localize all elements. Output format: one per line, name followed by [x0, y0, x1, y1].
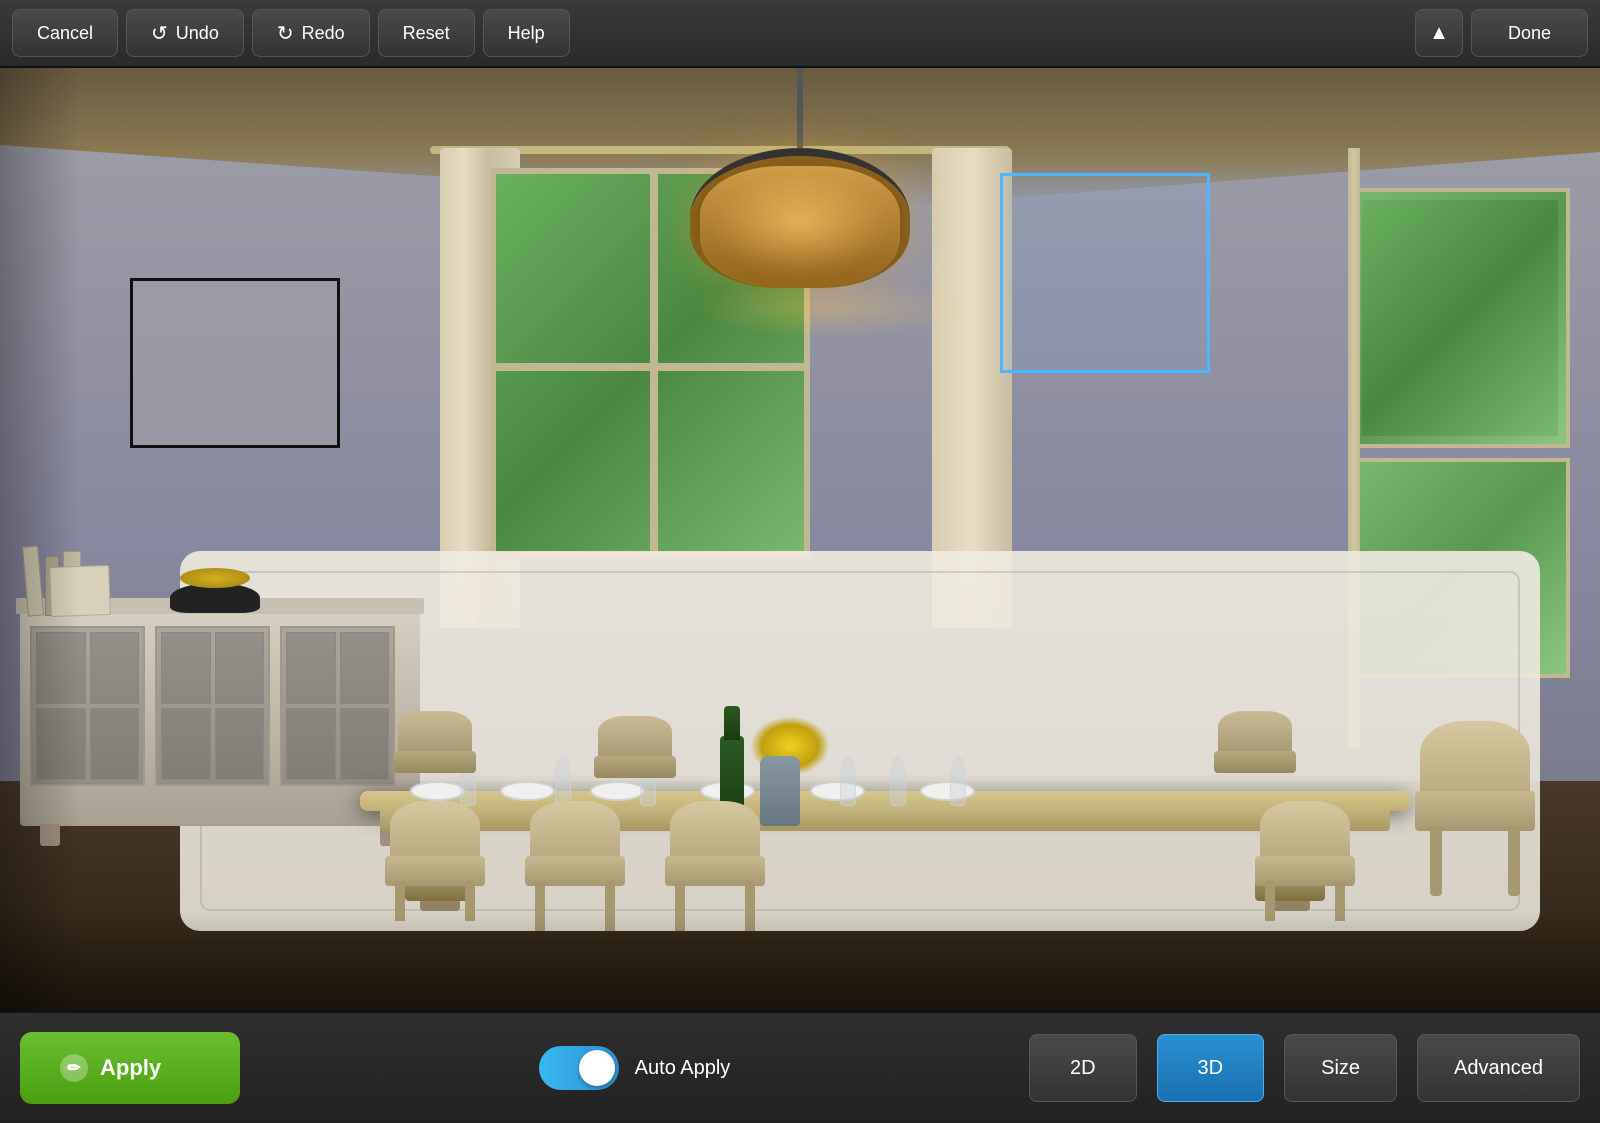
chair-back-center: [590, 716, 680, 796]
reset-button[interactable]: Reset: [378, 9, 475, 57]
chevron-up-icon: ▲: [1429, 22, 1449, 45]
chair-back-right: [1210, 711, 1300, 791]
view-3d-button[interactable]: 3D: [1157, 1034, 1265, 1102]
top-toolbar: Cancel ↺ Undo ↻ Redo Reset Help ▲ Done: [0, 0, 1600, 68]
wine-bottle-neck: [724, 706, 740, 740]
undo-button[interactable]: ↺ Undo: [126, 9, 244, 57]
redo-icon: ↻: [277, 21, 294, 46]
room-scene[interactable]: [0, 68, 1600, 1011]
redo-button[interactable]: ↻ Redo: [252, 9, 370, 57]
window-divider-v: [650, 174, 658, 552]
paint-brush-icon: ✏: [67, 1058, 80, 1078]
chair-front-right: [1250, 801, 1360, 921]
selection-rectangle[interactable]: [1000, 173, 1210, 373]
sideboard-panel-1: [30, 626, 145, 786]
toggle-knob: [579, 1050, 615, 1086]
size-button[interactable]: Size: [1284, 1034, 1397, 1102]
window-top-right: [1350, 188, 1570, 448]
chandelier-chain: [797, 68, 803, 148]
chair-front-left: [380, 801, 490, 921]
size-label: Size: [1321, 1057, 1360, 1079]
chair-far-right: [1410, 721, 1540, 921]
apply-icon: ✏: [60, 1054, 88, 1082]
plate-2: [500, 781, 555, 801]
redo-label: Redo: [302, 23, 345, 44]
chair-front-center-right: [660, 801, 770, 931]
chair-back-left: [390, 711, 480, 791]
plate-5: [810, 781, 865, 801]
glass-2: [555, 756, 571, 806]
sideboard-leg-1: [40, 824, 60, 846]
sideboard-panel-3: [280, 626, 395, 786]
chandelier-body: [690, 148, 910, 288]
cancel-button[interactable]: Cancel: [12, 9, 118, 57]
help-label: Help: [508, 23, 545, 44]
undo-icon: ↺: [151, 21, 168, 46]
chair-front-center-left: [520, 801, 630, 931]
window-top-right-view: [1362, 200, 1558, 436]
sideboard-panel-2: [155, 626, 270, 786]
collapse-button[interactable]: ▲: [1415, 9, 1463, 57]
apply-button[interactable]: ✏ Apply: [20, 1032, 240, 1104]
wall-art-frame[interactable]: [130, 278, 340, 448]
advanced-button[interactable]: Advanced: [1417, 1034, 1580, 1102]
cancel-label: Cancel: [37, 23, 93, 44]
done-button[interactable]: Done: [1471, 9, 1588, 57]
sideboard: [20, 606, 420, 826]
view-2d-button[interactable]: 2D: [1029, 1034, 1137, 1102]
chandelier: [690, 68, 910, 338]
done-label: Done: [1508, 23, 1551, 44]
auto-apply-label: Auto Apply: [635, 1057, 731, 1080]
glass-4: [840, 756, 856, 806]
advanced-label: Advanced: [1454, 1057, 1543, 1079]
open-book: [49, 565, 111, 617]
glass-5: [890, 756, 906, 806]
glass-6: [950, 756, 966, 806]
auto-apply-toggle[interactable]: [539, 1046, 619, 1090]
book-1: [22, 545, 44, 616]
undo-label: Undo: [176, 23, 219, 44]
bottom-toolbar: ✏ Apply Auto Apply 2D 3D Size Advanced: [0, 1011, 1600, 1123]
view-2d-label: 2D: [1070, 1057, 1096, 1079]
apply-label: Apply: [100, 1055, 161, 1081]
room-background: [0, 68, 1600, 1011]
help-button[interactable]: Help: [483, 9, 570, 57]
auto-apply-group: Auto Apply: [539, 1046, 731, 1090]
fruit-bowl: [170, 583, 260, 613]
reset-label: Reset: [403, 23, 450, 44]
plate-6: [920, 781, 975, 801]
view-3d-label: 3D: [1198, 1057, 1224, 1079]
